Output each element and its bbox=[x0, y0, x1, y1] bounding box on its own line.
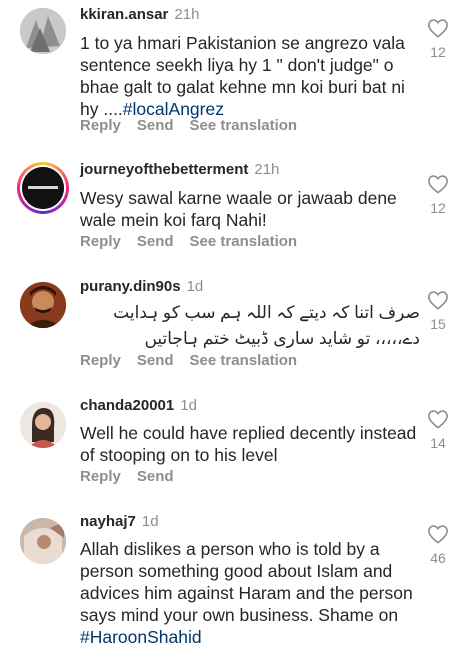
see-translation-button[interactable]: See translation bbox=[190, 352, 298, 369]
timestamp: 21h bbox=[254, 161, 280, 178]
username[interactable]: chanda20001 bbox=[80, 397, 174, 414]
comment-header: journeyofthebetterment 21h bbox=[80, 160, 279, 180]
comment-header: nayhaj7 1d bbox=[80, 512, 159, 532]
send-button[interactable]: Send bbox=[137, 233, 174, 250]
comment-header: kkiran.ansar 21h bbox=[80, 5, 199, 25]
heart-icon[interactable] bbox=[427, 290, 449, 310]
comment-text: صرف اتنا کہ دیتے کہ اللہ ہم سب کو ہدایت … bbox=[80, 300, 420, 352]
username[interactable]: purany.din90s bbox=[80, 278, 181, 295]
avatar-image bbox=[20, 8, 66, 54]
comment-text: Well he could have replied decently inst… bbox=[80, 422, 420, 466]
heart-icon[interactable] bbox=[427, 524, 449, 544]
hashtag-link[interactable]: #localAngrez bbox=[123, 99, 224, 119]
avatar-image bbox=[20, 402, 66, 448]
username[interactable]: nayhaj7 bbox=[80, 513, 136, 530]
avatar-image bbox=[22, 167, 64, 209]
avatar[interactable] bbox=[20, 518, 66, 564]
comment-text: Wesy sawal karne waale or jawaab dene wa… bbox=[80, 187, 420, 231]
comment-actions: Reply Send bbox=[80, 468, 190, 485]
like-control: 46 bbox=[426, 524, 450, 566]
heart-icon[interactable] bbox=[427, 409, 449, 429]
like-count: 12 bbox=[430, 200, 446, 216]
reply-button[interactable]: Reply bbox=[80, 233, 121, 250]
comment-header: chanda20001 1d bbox=[80, 396, 197, 416]
avatar[interactable] bbox=[20, 402, 66, 448]
see-translation-button[interactable]: See translation bbox=[190, 117, 298, 134]
username[interactable]: kkiran.ansar bbox=[80, 6, 168, 23]
timestamp: 1d bbox=[180, 397, 197, 414]
send-button[interactable]: Send bbox=[137, 352, 174, 369]
reply-button[interactable]: Reply bbox=[80, 468, 121, 485]
story-ring[interactable] bbox=[17, 162, 69, 214]
like-count: 12 bbox=[430, 44, 446, 60]
see-translation-button[interactable]: See translation bbox=[190, 233, 298, 250]
reply-button[interactable]: Reply bbox=[80, 352, 121, 369]
heart-icon[interactable] bbox=[427, 174, 449, 194]
send-button[interactable]: Send bbox=[137, 117, 174, 134]
like-count: 15 bbox=[430, 316, 446, 332]
avatar bbox=[22, 167, 64, 209]
comment-actions: Reply Send See translation bbox=[80, 233, 313, 250]
comment-body: Wesy sawal karne waale or jawaab dene wa… bbox=[80, 188, 397, 230]
username[interactable]: journeyofthebetterment bbox=[80, 161, 248, 178]
like-control: 14 bbox=[426, 409, 450, 451]
avatar-image bbox=[20, 518, 66, 564]
like-control: 12 bbox=[426, 18, 450, 60]
like-count: 46 bbox=[430, 550, 446, 566]
avatar[interactable] bbox=[20, 282, 66, 328]
comment-body: صرف اتنا کہ دیتے کہ اللہ ہم سب کو ہدایت … bbox=[113, 303, 420, 348]
heart-icon[interactable] bbox=[427, 18, 449, 38]
comment-text: 1 to ya hmari Pakistanion se angrezo val… bbox=[80, 32, 420, 120]
like-control: 15 bbox=[426, 290, 450, 332]
comment-text: Allah dislikes a person who is told by a… bbox=[80, 538, 420, 648]
avatar-image bbox=[20, 282, 66, 328]
comment-actions: Reply Send See translation bbox=[80, 352, 313, 369]
timestamp: 1d bbox=[186, 278, 204, 295]
reply-button[interactable]: Reply bbox=[80, 117, 121, 134]
comment-body: Allah dislikes a person who is told by a… bbox=[80, 539, 413, 625]
timestamp: 21h bbox=[174, 6, 200, 23]
timestamp: 1d bbox=[141, 513, 159, 530]
like-count: 14 bbox=[430, 435, 446, 451]
comment-body: Well he could have replied decently inst… bbox=[80, 423, 417, 465]
comment-actions: Reply Send See translation bbox=[80, 117, 313, 134]
comment-header: purany.din90s 1d bbox=[80, 277, 203, 297]
like-control: 12 bbox=[426, 174, 450, 216]
send-button[interactable]: Send bbox=[137, 468, 174, 485]
hashtag-link[interactable]: #HaroonShahid bbox=[80, 627, 202, 647]
avatar[interactable] bbox=[20, 8, 66, 54]
